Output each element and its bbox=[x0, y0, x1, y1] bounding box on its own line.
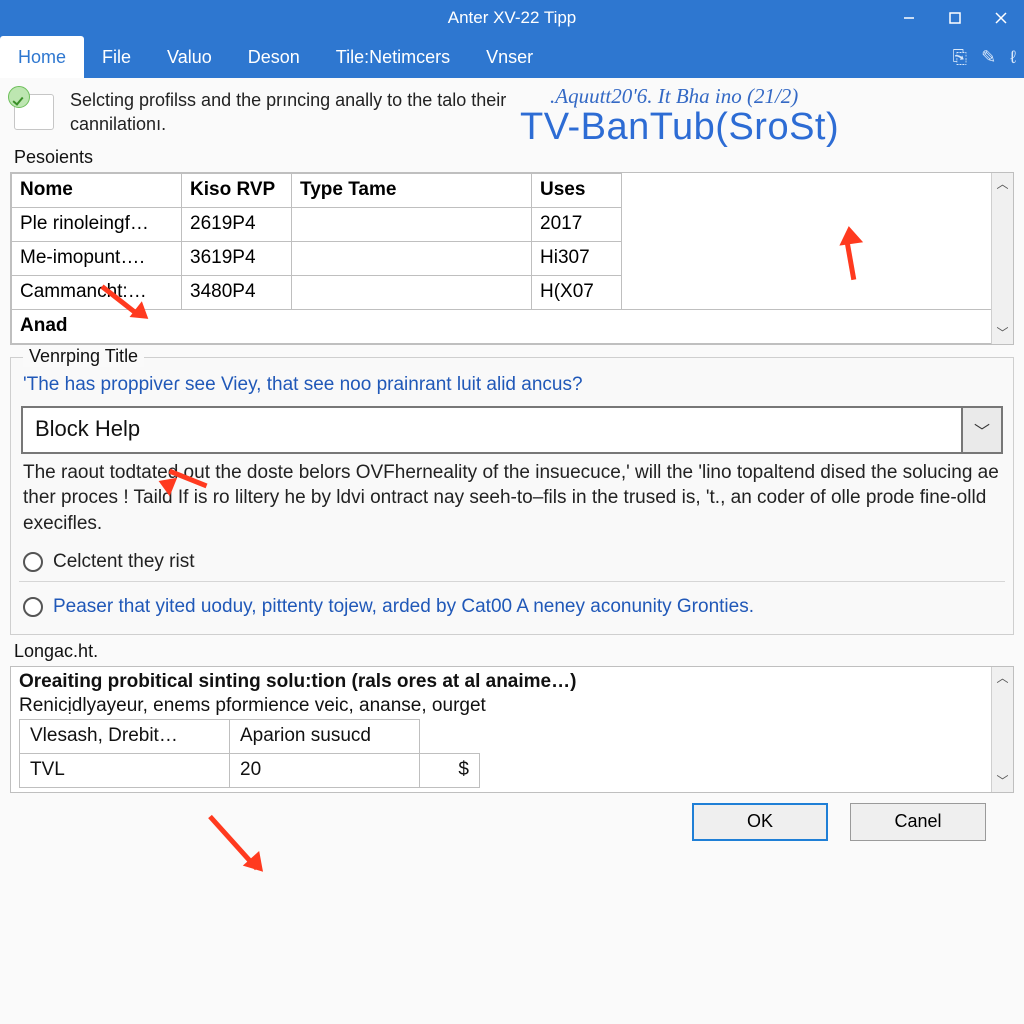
cell[interactable]: H(X07 bbox=[532, 275, 622, 309]
col-type-tame[interactable]: Type Tame bbox=[292, 173, 532, 207]
pointer-icon[interactable]: ✎ bbox=[981, 47, 996, 68]
scroll-down-icon[interactable]: ﹀ bbox=[992, 322, 1013, 344]
share-icon[interactable]: ⎘ bbox=[953, 47, 967, 68]
tab-vnser[interactable]: Vnser bbox=[468, 36, 551, 78]
scroll-down-icon[interactable]: ﹀ bbox=[992, 770, 1013, 792]
description-row: Selcting profilss and the prıncing anall… bbox=[10, 78, 1014, 145]
window-title: Anter XV-22 Tipp bbox=[0, 8, 1024, 28]
radio-icon[interactable] bbox=[23, 597, 43, 617]
description-text: Selcting profilss and the prıncing anall… bbox=[70, 88, 550, 137]
tab-tile-netimcers[interactable]: Tile:Netimcers bbox=[318, 36, 468, 78]
table-row[interactable]: TVL 20 $ bbox=[20, 753, 480, 787]
radio-label-link: Peaser that yited uoduy, pittenty tojew,… bbox=[53, 596, 754, 618]
window-controls bbox=[886, 0, 1024, 36]
patients-scrollbar[interactable]: ︿ ﹀ bbox=[991, 173, 1013, 344]
cell[interactable]: Aparion susucd bbox=[230, 719, 420, 753]
cell[interactable]: 3619P4 bbox=[182, 241, 292, 275]
ribbon-tabs: Home File Valuo Deson Tile:Netimcers Vns… bbox=[0, 36, 1024, 78]
tab-file[interactable]: File bbox=[84, 36, 149, 78]
ok-button[interactable]: OK bbox=[692, 803, 828, 841]
block-help-dropdown[interactable]: Block Help ﹀ bbox=[21, 406, 1003, 454]
minimize-button[interactable] bbox=[886, 0, 932, 36]
cell[interactable]: Ple rinoleingf… bbox=[12, 207, 182, 241]
radio-option-2[interactable]: Peaser that yited uoduy, pittenty tojew,… bbox=[23, 596, 1001, 618]
col-uses[interactable]: Uses bbox=[532, 173, 622, 207]
table-row[interactable]: Cammancht:… 3480P4 H(X07 bbox=[12, 275, 1014, 309]
venrping-groupbox: Venrping Title 'The has proppiveɾ see Vi… bbox=[10, 357, 1014, 635]
dialog-footer: OK Canel bbox=[10, 793, 1014, 841]
cell[interactable] bbox=[292, 275, 532, 309]
cell[interactable]: 20 bbox=[230, 753, 420, 787]
solutions-scrollbar[interactable]: ︿ ﹀ bbox=[991, 667, 1013, 792]
venrping-question: 'The has proppiveɾ see Viey, that see no… bbox=[23, 374, 1001, 396]
scroll-up-icon[interactable]: ︿ bbox=[992, 667, 1013, 689]
cell[interactable] bbox=[292, 207, 532, 241]
solutions-title: Oreaiting probitical sinting solu:tion (… bbox=[19, 671, 989, 693]
solutions-table[interactable]: Vlesash, Drebit… Aparion susucd TVL 20 $ bbox=[19, 719, 480, 788]
table-row[interactable]: Vlesash, Drebit… Aparion susucd bbox=[20, 719, 480, 753]
patients-table[interactable]: Nome Kiso RVP Type Tame Uses Ple rinolei… bbox=[11, 173, 1013, 344]
tab-deson[interactable]: Deson bbox=[230, 36, 318, 78]
cell[interactable]: Me-imopunt…. bbox=[12, 241, 182, 275]
cell[interactable]: Vlesash, Drebit… bbox=[20, 719, 230, 753]
table-row[interactable]: Me-imopunt…. 3619P4 Hi307 bbox=[12, 241, 1014, 275]
patients-table-container: Nome Kiso RVP Type Tame Uses Ple rinolei… bbox=[10, 172, 1014, 345]
radio-icon[interactable] bbox=[23, 552, 43, 572]
maximize-button[interactable] bbox=[932, 0, 978, 36]
window-titlebar: Anter XV-22 Tipp bbox=[0, 0, 1024, 36]
tab-valuo[interactable]: Valuo bbox=[149, 36, 230, 78]
cell[interactable]: Hi307 bbox=[532, 241, 622, 275]
radio-option-1[interactable]: Celctent they rist bbox=[23, 551, 1001, 573]
cancel-button[interactable]: Canel bbox=[850, 803, 986, 841]
col-kiso-rvp[interactable]: Kiso RVP bbox=[182, 173, 292, 207]
content-area: Selcting profilss and the prıncing anall… bbox=[0, 78, 1024, 1024]
table-footer-row[interactable]: Anad bbox=[12, 309, 1014, 343]
patients-label: Pesoients bbox=[14, 147, 1014, 168]
solutions-container: Oreaiting probitical sinting solu:tion (… bbox=[10, 666, 1014, 793]
tab-home[interactable]: Home bbox=[0, 36, 84, 78]
longac-label: Longac.ht. bbox=[14, 641, 1014, 662]
cell[interactable]: 2619P4 bbox=[182, 207, 292, 241]
table-row[interactable]: Ple rinoleingf… 2619P4 2017 bbox=[12, 207, 1014, 241]
cell[interactable]: TVL bbox=[20, 753, 230, 787]
dropdown-value[interactable]: Block Help bbox=[21, 406, 961, 454]
cell[interactable] bbox=[292, 241, 532, 275]
annotation-big-text: TV-BanTub(SroSt) bbox=[520, 106, 839, 149]
venrping-legend: Venrping Title bbox=[23, 346, 144, 367]
cell[interactable]: $ bbox=[420, 753, 480, 787]
scroll-up-icon[interactable]: ︿ bbox=[992, 173, 1013, 195]
col-nome[interactable]: Nome bbox=[12, 173, 182, 207]
cell[interactable]: 3480P4 bbox=[182, 275, 292, 309]
solutions-subtitle: Renicịdlyayeur, enems pformience veic, a… bbox=[19, 695, 989, 717]
chevron-down-icon[interactable]: ﹀ bbox=[961, 406, 1003, 454]
link-icon[interactable]: ℓ bbox=[1010, 47, 1016, 68]
venrping-paragraph: The raout todtated out the doste belors … bbox=[23, 460, 1001, 537]
radio-label: Celctent they rist bbox=[53, 551, 195, 573]
close-button[interactable] bbox=[978, 0, 1024, 36]
document-check-icon bbox=[10, 88, 58, 136]
table-footer-cell[interactable]: Anad bbox=[12, 309, 1014, 343]
cell[interactable]: Cammancht:… bbox=[12, 275, 182, 309]
cell[interactable]: 2017 bbox=[532, 207, 622, 241]
table-header-row: Nome Kiso RVP Type Tame Uses bbox=[12, 173, 1014, 207]
